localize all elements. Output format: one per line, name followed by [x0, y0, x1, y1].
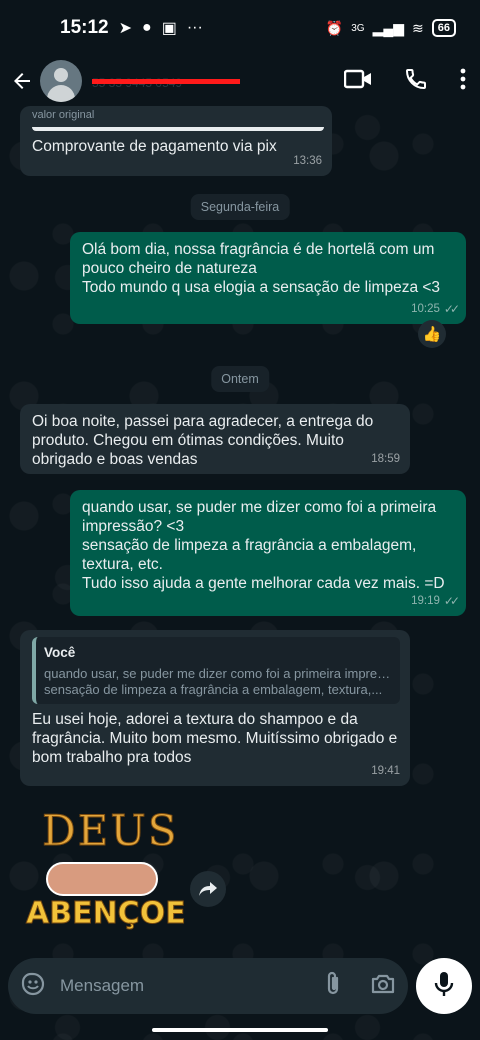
phone-icon[interactable]	[404, 67, 428, 96]
message-bubble-outgoing[interactable]: quando usar, se puder me dizer como foi …	[70, 490, 466, 616]
message-bubble-outgoing[interactable]: Olá bom dia, nossa fragrância é de horte…	[70, 232, 466, 324]
sticker-emoji-icon[interactable]	[20, 971, 46, 1002]
message-time: 19:41	[371, 765, 400, 777]
message-bubble-incoming[interactable]: Oi boa noite, passei para agradecer, a e…	[20, 404, 410, 474]
gallery-icon: ▣	[161, 20, 177, 37]
battery-icon: 66	[431, 19, 456, 37]
avatar[interactable]	[40, 60, 82, 102]
camera-icon[interactable]	[370, 973, 396, 1000]
more-notifications-icon: ···	[186, 19, 203, 36]
message-input[interactable]: Mensagem	[60, 976, 144, 996]
message-text: quando usar, se puder me dizer como foi …	[82, 499, 445, 592]
chat-header: 55 35 9445 0549	[0, 56, 480, 106]
microphone-icon	[434, 971, 454, 1002]
date-separator: Segunda-feira	[190, 194, 290, 220]
quoted-text-line: sensação de limpeza a fragrância a embal…	[44, 682, 383, 697]
redaction-bar	[92, 79, 240, 84]
message-text: Eu usei hoje, adorei a textura do shampo…	[32, 711, 398, 766]
message-text: Comprovante de pagamento via pix	[32, 138, 277, 155]
message-text: Olá bom dia, nossa fragrância é de horte…	[82, 241, 441, 296]
back-arrow-icon[interactable]	[8, 67, 36, 95]
more-options-icon[interactable]	[460, 68, 466, 95]
wifi-icon: ≋	[412, 19, 424, 36]
quoted-author: Você	[44, 645, 76, 660]
alarm-icon: ⏰	[325, 19, 344, 36]
message-composer[interactable]: Mensagem	[8, 958, 408, 1014]
network-type: 3G	[351, 22, 365, 34]
read-receipt-icon: ✓✓	[443, 302, 460, 316]
sticker-text: DEUS	[42, 806, 179, 856]
status-bar: 15:12 ➤ ● ▣ ··· ⏰ 3G ▂▄▆ ≋ 66	[0, 0, 480, 56]
video-call-icon[interactable]	[343, 68, 372, 95]
reply-snippet: valor original	[32, 106, 324, 131]
home-indicator	[152, 1028, 328, 1032]
telegram-icon: ➤	[118, 20, 133, 37]
message-bubble-incoming[interactable]: Você quando usar, se puder me dizer como…	[20, 630, 410, 786]
date-separator: Ontem	[211, 366, 269, 392]
message-time: 18:59	[371, 453, 400, 465]
read-receipt-icon: ✓✓	[443, 594, 460, 608]
message-bubble-incoming[interactable]: valor original Comprovante de pagamento …	[20, 106, 332, 176]
message-list[interactable]: valor original Comprovante de pagamento …	[0, 106, 480, 956]
clock: 15:12	[60, 17, 109, 38]
message-text: Oi boa noite, passei para agradecer, a e…	[32, 413, 374, 468]
message-time: 13:36	[293, 155, 322, 167]
notification-icon: ●	[142, 19, 152, 36]
microphone-button[interactable]	[416, 958, 472, 1014]
quoted-text-line: quando usar, se puder me dizer como foi …	[44, 666, 392, 681]
contact-name[interactable]: 55 35 9445 0549	[92, 70, 240, 92]
reaction-thumbs-up[interactable]: 👍	[418, 320, 446, 348]
message-time: 10:25	[411, 303, 440, 315]
sticker-text: ABENÇOE	[26, 896, 187, 932]
signal-icon: ▂▄▆	[372, 19, 405, 36]
sticker[interactable]: DEUS ABENÇOE	[26, 806, 187, 942]
quoted-message[interactable]: Você quando usar, se puder me dizer como…	[32, 637, 400, 704]
hand-image	[46, 862, 158, 896]
forward-icon[interactable]	[190, 871, 226, 907]
attach-icon[interactable]	[324, 971, 342, 1002]
message-time: 19:19	[411, 595, 440, 607]
